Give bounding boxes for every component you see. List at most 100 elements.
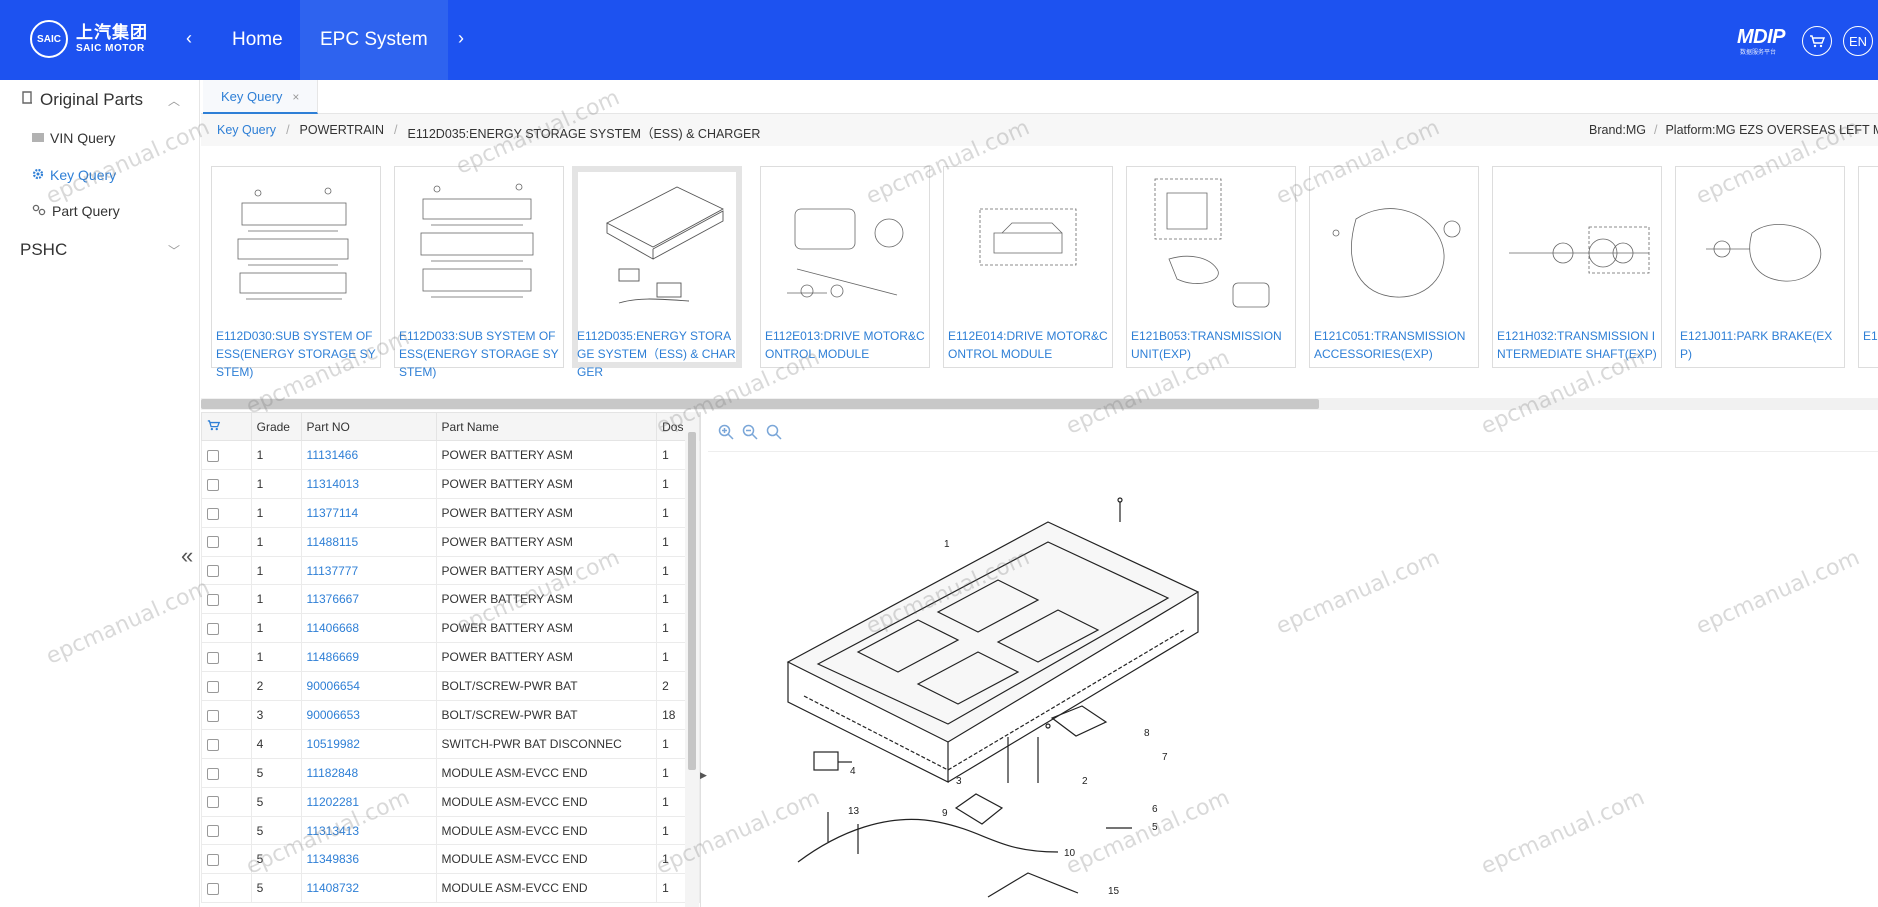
diagram-callout-1[interactable]: 1: [944, 539, 950, 550]
thumbnail-card[interactable]: E112E014:DRIVE MOTOR&CONTROL MODULE: [943, 166, 1113, 368]
scrollbar-thumb[interactable]: [688, 432, 696, 770]
table-row[interactable]: 4 10519982 SWITCH-PWR BAT DISCONNEC 1: [201, 728, 700, 759]
diagram-callout-10[interactable]: 10: [1064, 848, 1076, 859]
row-checkbox-cell[interactable]: [201, 844, 252, 875]
part-no-link[interactable]: 11406668: [300, 613, 437, 644]
double-chevron-left-icon[interactable]: «: [181, 543, 193, 569]
row-checkbox-cell[interactable]: [201, 873, 252, 904]
thumbnail-card-selected[interactable]: E112D035:ENERGY STORAGE SYSTEM（ESS) & CH…: [572, 166, 742, 379]
mdip-logo[interactable]: MDIP: [1737, 26, 1786, 49]
row-checkbox[interactable]: [207, 594, 219, 607]
row-checkbox[interactable]: [207, 507, 219, 520]
diagram-callout-5[interactable]: 5: [1152, 822, 1158, 833]
part-no-link[interactable]: 11377114: [300, 497, 437, 528]
diagram-callout-9[interactable]: 9: [942, 808, 948, 819]
tab-key-query[interactable]: Key Query ×: [203, 80, 319, 114]
row-checkbox-cell[interactable]: [201, 497, 252, 528]
row-checkbox-cell[interactable]: [201, 555, 252, 586]
chevron-right-icon[interactable]: ›: [458, 28, 464, 49]
sidebar-group-original-parts[interactable]: Original Parts ︿: [20, 90, 180, 110]
thumbnail-card[interactable]: E121H032:TRANSMISSION INTERMEDIATE SHAFT…: [1492, 166, 1662, 368]
part-no-link[interactable]: 10519982: [300, 728, 437, 759]
part-no-link[interactable]: 11349836: [300, 844, 437, 875]
table-row[interactable]: 1 11486669 POWER BATTERY ASM 1: [201, 642, 700, 673]
diagram-callout-7[interactable]: 7: [1162, 752, 1168, 763]
thumbnail-card[interactable]: E121J011:PARK BRAKE(EXP): [1675, 166, 1845, 368]
chevron-left-icon[interactable]: ‹: [186, 28, 192, 49]
cart-column-header[interactable]: [201, 412, 252, 441]
table-row[interactable]: 5 11349836 MODULE ASM-EVCC END 1: [201, 844, 700, 875]
thumbnail-scrollbar[interactable]: [201, 398, 1878, 410]
thumbnail-card[interactable]: E121B053:TRANSMISSION UNIT(EXP): [1126, 166, 1296, 368]
table-row[interactable]: 3 90006653 BOLT/SCREW-PWR BAT 18: [201, 700, 700, 730]
diagram-callout-13[interactable]: 13: [848, 806, 860, 817]
part-no-link[interactable]: 11202281: [300, 786, 437, 817]
diagram-callout-8[interactable]: 8: [1144, 728, 1150, 739]
part-no-link[interactable]: 11314013: [300, 468, 437, 499]
zoom-in-icon[interactable]: [718, 424, 734, 440]
nav-epc-system[interactable]: EPC System: [300, 0, 448, 80]
thumbnail-card[interactable]: E112E013:DRIVE MOTOR&CONTROL MODULE: [760, 166, 930, 368]
thumbnail-card[interactable]: E121C051:TRANSMISSION ACCESSORIES(EXP): [1309, 166, 1479, 368]
table-row[interactable]: 1 11488115 POWER BATTERY ASM 1: [201, 526, 700, 557]
row-checkbox-cell[interactable]: [201, 642, 252, 673]
part-no-link[interactable]: 11137777: [300, 555, 437, 586]
table-scrollbar[interactable]: [685, 412, 699, 907]
row-checkbox-cell[interactable]: [201, 700, 252, 730]
row-checkbox[interactable]: [207, 478, 219, 491]
thumbnail-card[interactable]: E112D030:SUB SYSTEM OF ESS(ENERGY STORAG…: [211, 166, 381, 379]
table-row[interactable]: 1 11314013 POWER BATTERY ASM 1: [201, 468, 700, 499]
zoom-reset-icon[interactable]: [766, 424, 782, 440]
table-row[interactable]: 5 11408732 MODULE ASM-EVCC END 1: [201, 873, 700, 904]
breadcrumb-key-query[interactable]: Key Query: [217, 123, 276, 142]
diagram-callout-3[interactable]: 3: [956, 776, 962, 787]
zoom-out-icon[interactable]: [742, 424, 758, 440]
thumbnail-card[interactable]: E112D033:SUB SYSTEM OF ESS(ENERGY STORAG…: [394, 166, 564, 379]
part-no-link[interactable]: 11131466: [300, 440, 437, 470]
row-checkbox[interactable]: [207, 854, 219, 867]
part-no-link[interactable]: 90006653: [300, 700, 437, 730]
diagram-callout-15[interactable]: 15: [1108, 886, 1120, 897]
scrollbar-thumb[interactable]: [201, 399, 1319, 409]
part-no-link[interactable]: 11313413: [300, 815, 437, 846]
part-no-link[interactable]: 11408732: [300, 873, 437, 904]
row-checkbox-cell[interactable]: [201, 613, 252, 644]
row-checkbox-cell[interactable]: [201, 584, 252, 615]
cart-icon[interactable]: [1802, 26, 1832, 56]
row-checkbox[interactable]: [207, 652, 219, 664]
part-no-link[interactable]: 11182848: [300, 757, 437, 788]
row-checkbox-cell[interactable]: [201, 728, 252, 759]
row-checkbox-cell[interactable]: [201, 786, 252, 817]
row-checkbox-cell[interactable]: [201, 468, 252, 499]
row-checkbox-cell[interactable]: [201, 815, 252, 846]
part-no-link[interactable]: 90006654: [300, 671, 437, 702]
table-row[interactable]: 1 11131466 POWER BATTERY ASM 1: [201, 440, 700, 470]
row-checkbox[interactable]: [207, 883, 219, 896]
row-checkbox-cell[interactable]: [201, 757, 252, 788]
table-row[interactable]: 5 11313413 MODULE ASM-EVCC END 1: [201, 815, 700, 846]
language-toggle[interactable]: EN: [1843, 26, 1873, 56]
sidebar-group-pshc[interactable]: PSHC ﹀: [20, 240, 180, 260]
table-row[interactable]: 5 11182848 MODULE ASM-EVCC END 1: [201, 757, 700, 788]
row-checkbox[interactable]: [207, 680, 219, 693]
part-no-link[interactable]: 11488115: [300, 526, 437, 557]
table-row[interactable]: 5 11202281 MODULE ASM-EVCC END 1: [201, 786, 700, 817]
row-checkbox[interactable]: [207, 449, 219, 462]
split-handle-arrow-icon[interactable]: ▶: [700, 770, 707, 781]
row-checkbox[interactable]: [207, 709, 219, 722]
close-icon[interactable]: ×: [292, 90, 299, 104]
table-row[interactable]: 1 11377114 POWER BATTERY ASM 1: [201, 497, 700, 528]
part-no-link[interactable]: 11376667: [300, 584, 437, 615]
diagram-callout-6[interactable]: 6: [1152, 804, 1158, 815]
row-checkbox-cell[interactable]: [201, 526, 252, 557]
row-checkbox[interactable]: [207, 796, 219, 809]
row-checkbox[interactable]: [207, 738, 219, 751]
table-row[interactable]: 1 11406668 POWER BATTERY ASM 1: [201, 613, 700, 644]
row-checkbox-cell[interactable]: [201, 440, 252, 470]
row-checkbox[interactable]: [207, 565, 219, 578]
thumbnail-card[interactable]: E1XP: [1858, 166, 1878, 368]
sidebar-item-vin-query[interactable]: VIN Query: [32, 130, 115, 146]
row-checkbox-cell[interactable]: [201, 671, 252, 702]
diagram-callout-2[interactable]: 2: [1082, 776, 1088, 787]
sidebar-item-key-query[interactable]: Key Query: [32, 167, 116, 183]
